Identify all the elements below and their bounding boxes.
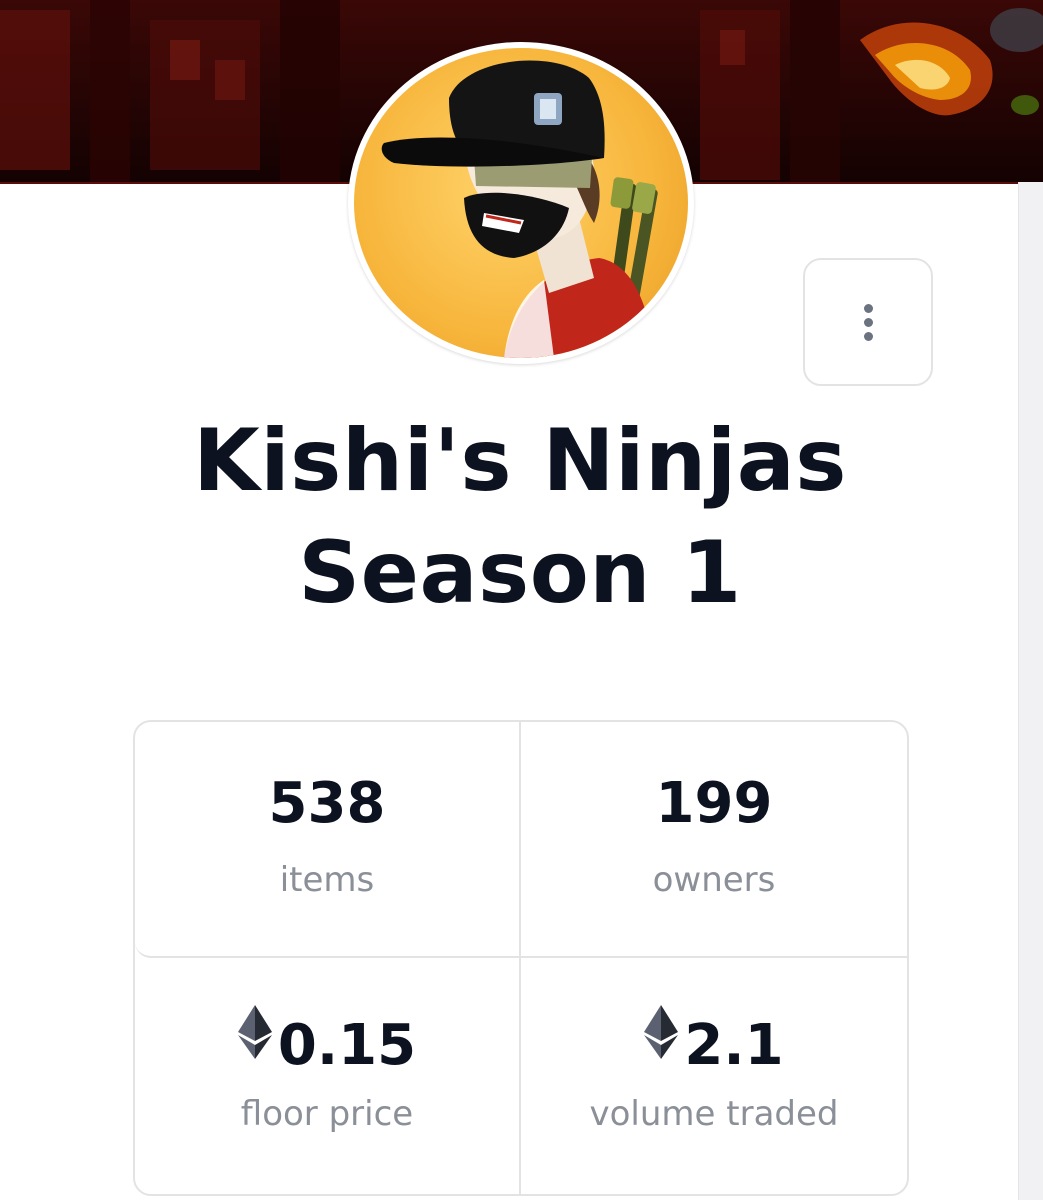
stat-floor-price-value: 0.15	[277, 1012, 417, 1078]
stat-floor-price-label: floor price	[240, 1094, 414, 1134]
collection-title-line1: Kishi's Ninjas	[193, 411, 847, 511]
collection-avatar	[348, 42, 694, 364]
stat-items[interactable]: 538 items	[135, 722, 521, 958]
stat-volume-traded-value: 2.1	[684, 1012, 784, 1078]
collection-title: Kishi's Ninjas Season 1	[80, 405, 960, 629]
more-vertical-icon	[864, 304, 874, 342]
stat-owners-label: owners	[652, 860, 776, 900]
more-options-button[interactable]	[803, 258, 933, 386]
stat-items-label: items	[279, 860, 375, 900]
ninja-avatar-image	[381, 60, 658, 358]
scrollbar-track[interactable]	[1018, 182, 1043, 1200]
stat-items-value: 538	[268, 770, 386, 836]
collection-title-line2: Season 1	[298, 523, 742, 623]
stat-owners[interactable]: 199 owners	[521, 722, 907, 958]
stat-floor-price[interactable]: 0.15 floor price	[135, 958, 521, 1194]
stat-owners-value: 199	[655, 770, 773, 836]
collection-page: Kishi's Ninjas Season 1 538 items 199 ow…	[0, 0, 1043, 1200]
stat-volume-traded[interactable]: 2.1 volume traded	[521, 958, 907, 1194]
stat-volume-traded-label: volume traded	[589, 1094, 839, 1134]
ethereum-icon	[237, 1005, 272, 1076]
ethereum-icon	[644, 1005, 679, 1076]
collection-stats: 538 items 199 owners 0.15 floor price 2.…	[133, 720, 909, 1196]
